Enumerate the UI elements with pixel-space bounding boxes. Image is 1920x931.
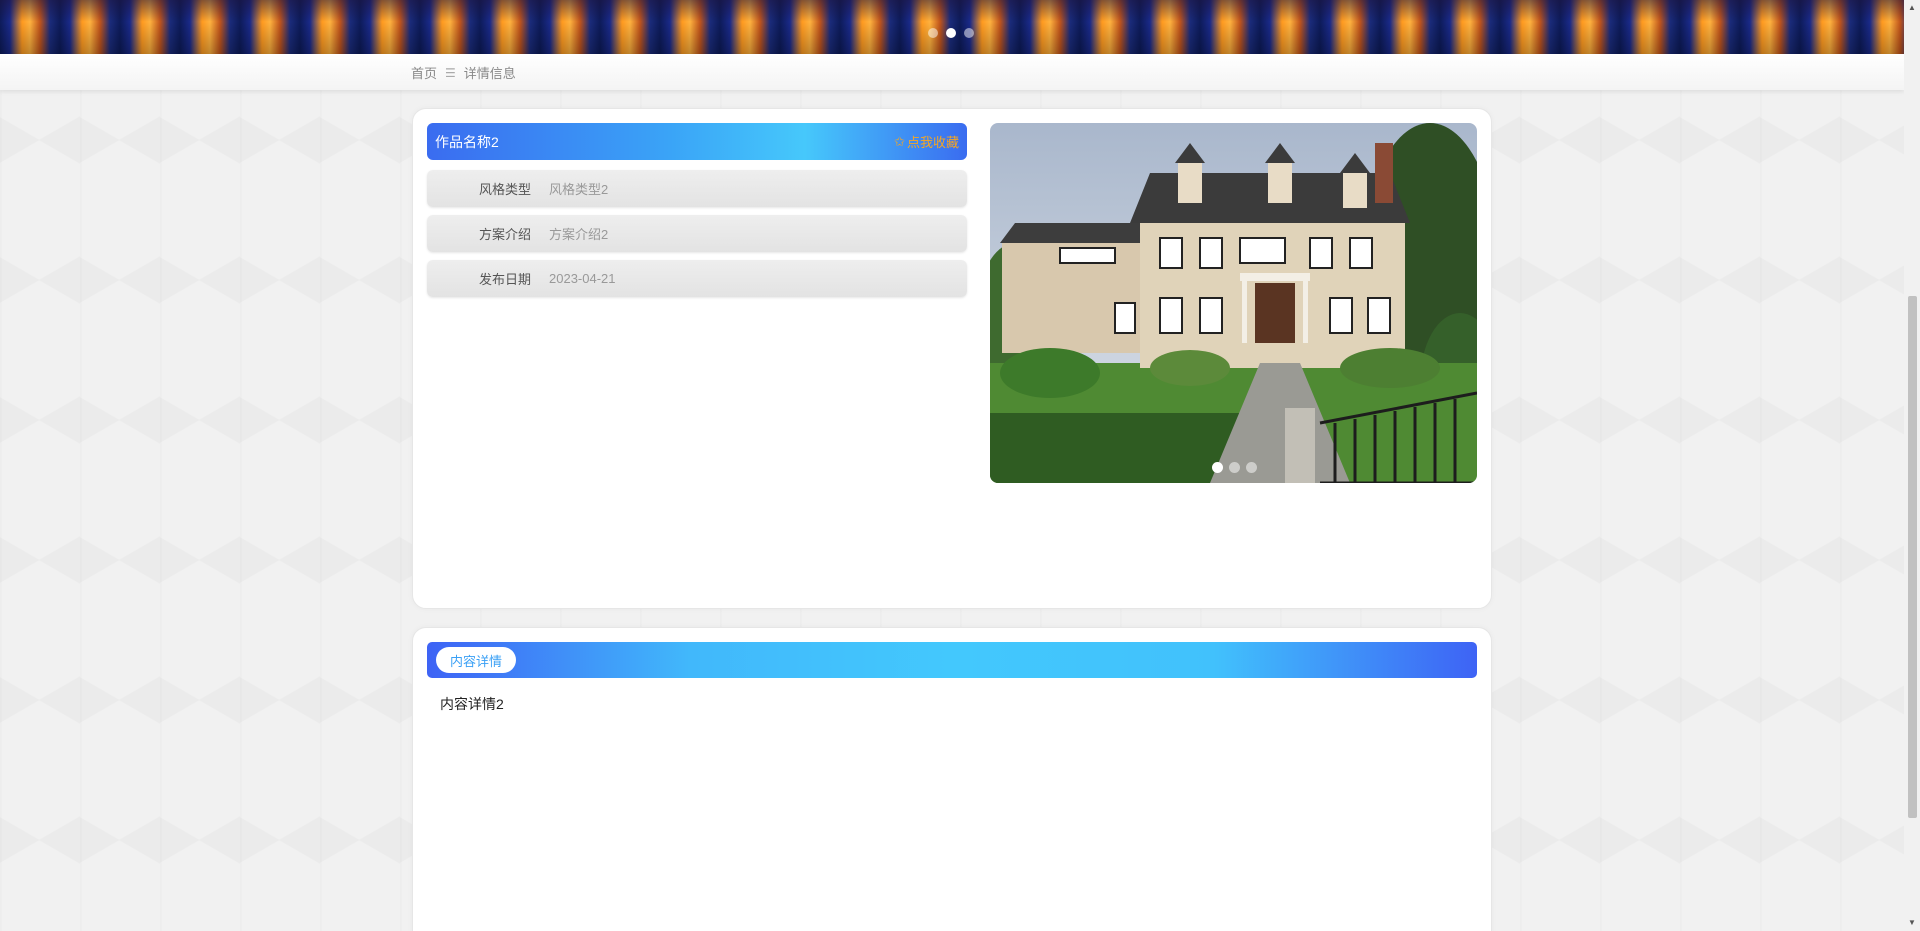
scroll-thumb[interactable] bbox=[1908, 296, 1917, 818]
breadcrumb-home-link[interactable]: 首页 bbox=[411, 63, 437, 82]
photo-dot-1[interactable] bbox=[1212, 462, 1223, 473]
favorite-button[interactable]: ✩ 点我收藏 bbox=[894, 132, 959, 151]
favorite-label: 点我收藏 bbox=[906, 135, 959, 150]
product-title: 作品名称2 bbox=[435, 133, 499, 150]
photo-dot-3[interactable] bbox=[1246, 462, 1257, 473]
scroll-up-icon[interactable]: ▲ bbox=[1904, 0, 1920, 16]
scroll-down-icon[interactable]: ▼ bbox=[1904, 915, 1920, 931]
info-row-intro: 方案介绍 方案介绍2 bbox=[427, 215, 967, 252]
breadcrumb: 首页 ☰ 详情信息 bbox=[411, 63, 516, 82]
banner-pagination bbox=[928, 28, 974, 38]
info-row-style: 风格类型 风格类型2 bbox=[427, 170, 967, 207]
info-value: 2023-04-21 bbox=[549, 271, 616, 286]
product-detail-panel: 作品名称2 ✩ 点我收藏 风格类型 风格类型2 方案介绍 方案介绍2 发布日期 … bbox=[412, 108, 1492, 609]
banner-dot-1[interactable] bbox=[928, 28, 938, 38]
top-banner-carousel[interactable] bbox=[0, 0, 1904, 54]
info-label: 风格类型 bbox=[478, 182, 531, 197]
content-section-header: 内容详情 bbox=[427, 642, 1477, 678]
photo-pagination bbox=[1212, 462, 1257, 473]
page-scrollbar[interactable]: ▲ ▼ bbox=[1904, 0, 1920, 931]
star-outline-icon: ✩ bbox=[894, 133, 905, 149]
breadcrumb-bar: 首页 ☰ 详情信息 bbox=[0, 54, 1904, 90]
content-section-title: 内容详情 bbox=[436, 647, 517, 673]
info-value: 风格类型2 bbox=[549, 182, 609, 197]
content-body: 内容详情2 bbox=[440, 696, 504, 712]
product-photo-carousel[interactable] bbox=[990, 123, 1477, 483]
product-title-bar: 作品名称2 ✩ 点我收藏 bbox=[427, 123, 967, 160]
breadcrumb-current: 详情信息 bbox=[463, 66, 516, 81]
house-photo bbox=[990, 123, 1477, 483]
info-row-date: 发布日期 2023-04-21 bbox=[427, 260, 967, 297]
info-label: 方案介绍 bbox=[478, 227, 531, 242]
banner-dot-2[interactable] bbox=[946, 28, 956, 38]
info-label: 发布日期 bbox=[478, 272, 531, 287]
banner-dot-3[interactable] bbox=[964, 28, 974, 38]
breadcrumb-separator-icon: ☰ bbox=[445, 65, 456, 80]
info-value: 方案介绍2 bbox=[549, 227, 609, 242]
photo-dot-2[interactable] bbox=[1229, 462, 1240, 473]
content-detail-panel: 内容详情 内容详情2 bbox=[412, 627, 1492, 931]
